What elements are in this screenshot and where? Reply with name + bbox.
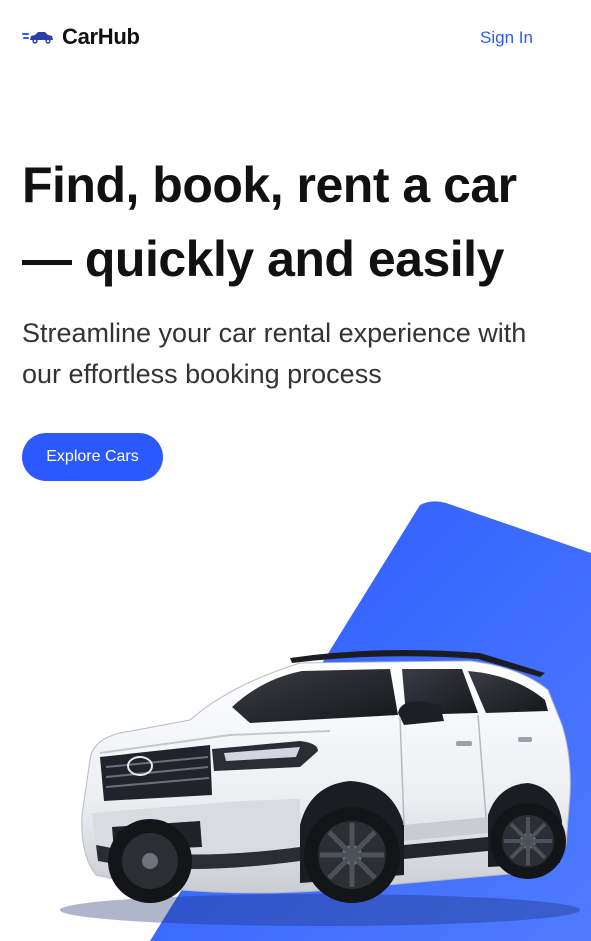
car-speed-icon [22,29,54,45]
navbar: CarHub Sign In [0,0,591,78]
sign-in-link[interactable]: Sign In [480,28,533,48]
hero-title-line-1: Find, book, rent a car [22,157,517,213]
hero-visual [0,495,591,941]
hero-title-line-2: — quickly and easily [22,231,504,287]
hero-subtitle-line-1: Streamline your car rental experience wi… [22,318,527,348]
page: CarHub Sign In Find, book, rent a car — … [0,0,591,941]
logo[interactable]: CarHub [22,24,140,50]
hero-title: Find, book, rent a car — quickly and eas… [22,148,582,296]
hero-subtitle-line-2: our effortless booking process [22,359,382,389]
logo-text: CarHub [62,24,140,49]
hero-subtitle: Streamline your car rental experience wi… [22,313,582,395]
explore-cars-button[interactable]: Explore Cars [22,433,163,481]
